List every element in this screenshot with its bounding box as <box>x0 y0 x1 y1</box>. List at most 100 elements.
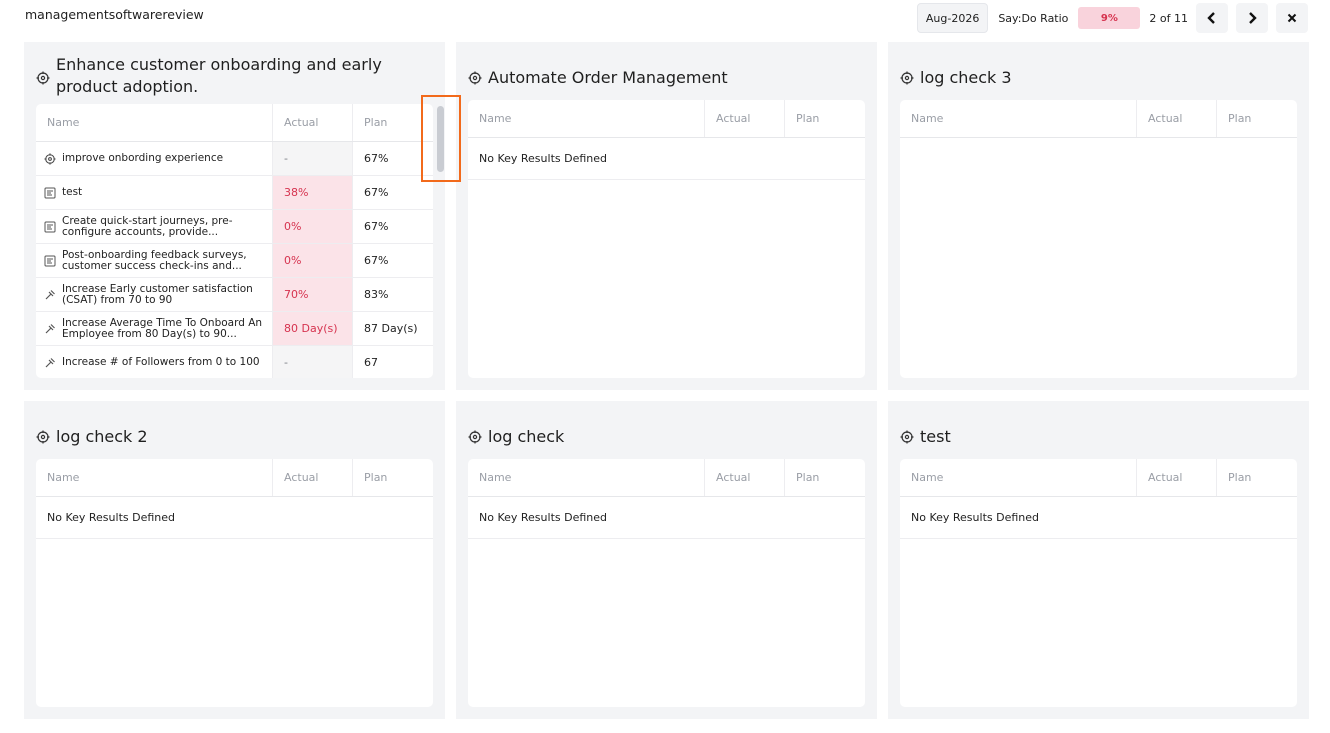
empty-state-text: No Key Results Defined <box>900 497 1297 539</box>
objective-panel: Enhance customer onboarding and early pr… <box>24 42 445 390</box>
objective-panel: log check 3 Name Actual Plan <box>888 42 1309 390</box>
say-do-ratio-label: Say:Do Ratio <box>998 11 1069 25</box>
actual-value: - <box>273 346 353 378</box>
table-row[interactable]: improve onbording experience -67% <box>36 142 433 176</box>
highlight-box <box>421 95 461 182</box>
chevron-left-icon <box>1207 12 1215 24</box>
objective-title[interactable]: test <box>920 426 951 448</box>
actual-value: - <box>273 142 353 175</box>
table-header: Name Actual Plan <box>468 100 865 138</box>
target-icon <box>900 430 914 444</box>
key-result-name-cell: Increase Average Time To Onboard An Empl… <box>36 312 273 345</box>
table-row[interactable]: test 38% 67% <box>36 176 433 210</box>
previous-page-button[interactable] <box>1196 3 1228 33</box>
column-header-actual: Actual <box>705 100 785 137</box>
key-results-table: Name Actual Plan No Key Results Defined <box>900 459 1297 707</box>
close-button[interactable] <box>1276 3 1308 33</box>
chevron-right-icon <box>1249 12 1257 24</box>
actual-value: 0% <box>273 244 353 277</box>
key-result-name: Increase Early customer satisfaction (CS… <box>62 282 253 306</box>
column-header-plan: Plan <box>1228 112 1252 125</box>
objective-title[interactable]: log check 2 <box>56 426 148 448</box>
column-header-plan: Plan <box>1228 471 1252 484</box>
actual-value: 70% <box>273 278 353 311</box>
empty-state-text: No Key Results Defined <box>468 138 865 180</box>
objective-title[interactable]: log check <box>488 426 564 448</box>
column-header-actual: Actual <box>1137 100 1217 137</box>
key-results-table: Name Actual Plan <box>900 100 1297 378</box>
say-do-ratio-badge: 9% <box>1078 7 1141 29</box>
column-header-name: Name <box>36 459 273 496</box>
key-result-name: Create quick-start journeys, pre-configu… <box>62 214 233 238</box>
key-results-table: Name Actual Plan No Key Results Defined <box>468 459 865 707</box>
plan-value: 67% <box>364 220 389 233</box>
column-header-plan: Plan <box>364 471 388 484</box>
target-icon <box>36 71 50 85</box>
key-result-name-cell: Create quick-start journeys, pre-configu… <box>36 210 273 243</box>
column-header-actual: Actual <box>1137 459 1217 496</box>
key-result-name-cell: Increase # of Followers from 0 to 100 <box>36 346 273 378</box>
column-header-name: Name <box>900 100 1137 137</box>
objective-title[interactable]: Automate Order Management <box>488 67 728 89</box>
plan-value: 83% <box>364 288 389 301</box>
page-indicator: 2 of 11 <box>1149 11 1188 25</box>
target-icon <box>468 71 482 85</box>
objective-panel: Automate Order Management Name Actual Pl… <box>456 42 877 390</box>
key-results-table: Name Actual Plan improve onbording exper… <box>36 104 433 378</box>
objective-panel: log check Name Actual Plan No Key Result… <box>456 401 877 719</box>
table-row[interactable]: Increase # of Followers from 0 to 100 -67 <box>36 346 433 378</box>
table-row[interactable]: Increase Average Time To Onboard An Empl… <box>36 312 433 346</box>
objective-panel: log check 2 Name Actual Plan No Key Resu… <box>24 401 445 719</box>
column-header-actual: Actual <box>273 104 353 141</box>
table-row[interactable]: Increase Early customer satisfaction (CS… <box>36 278 433 312</box>
key-result-name-cell: Increase Early customer satisfaction (CS… <box>36 278 273 311</box>
key-result-name: Post-onboarding feedback surveys, custom… <box>62 248 247 272</box>
target-icon <box>900 71 914 85</box>
table-header: Name Actual Plan <box>468 459 865 497</box>
key-result-name-cell: test <box>36 176 273 209</box>
key-results-table: Name Actual Plan No Key Results Defined <box>36 459 433 707</box>
column-header-name: Name <box>36 104 273 141</box>
key-result-icon <box>44 323 56 335</box>
empty-state-text: No Key Results Defined <box>468 497 865 539</box>
key-result-name-cell: Post-onboarding feedback surveys, custom… <box>36 244 273 277</box>
column-header-name: Name <box>900 459 1137 496</box>
column-header-plan: Plan <box>796 471 820 484</box>
plan-value: 87 Day(s) <box>364 322 418 335</box>
objective-title[interactable]: Enhance customer onboarding and early pr… <box>56 54 396 98</box>
period-selector[interactable]: Aug-2026 <box>916 3 989 33</box>
column-header-name: Name <box>468 100 705 137</box>
key-result-name: improve onbording experience <box>62 152 224 164</box>
key-results-body: improve onbording experience - 67% test 38% 6… <box>36 142 433 378</box>
empty-state-text: No Key Results Defined <box>36 497 433 539</box>
close-icon <box>1287 13 1297 23</box>
table-row[interactable]: Create quick-start journeys, pre-configu… <box>36 210 433 244</box>
actual-value: 38% <box>273 176 353 209</box>
key-results-table: Name Actual Plan No Key Results Defined <box>468 100 865 378</box>
key-result-name: test <box>62 186 83 198</box>
top-toolbar: Aug-2026 Say:Do Ratio 9% 2 of 11 <box>916 3 1308 33</box>
table-header: Name Actual Plan <box>900 100 1297 138</box>
target-icon <box>468 430 482 444</box>
key-result-name: Increase # of Followers from 0 to 100 <box>62 356 260 368</box>
target-icon <box>44 152 56 165</box>
key-result-name-cell: improve onbording experience <box>36 142 273 175</box>
column-header-actual: Actual <box>273 459 353 496</box>
key-result-name: Increase Average Time To Onboard An Empl… <box>62 316 263 340</box>
task-icon <box>44 255 56 267</box>
table-header: Name Actual Plan <box>36 104 433 142</box>
objective-panel: test Name Actual Plan No Key Results Def… <box>888 401 1309 719</box>
task-icon <box>44 221 56 233</box>
actual-value: 80 Day(s) <box>273 312 353 345</box>
task-icon <box>44 187 56 199</box>
actual-value: 0% <box>273 210 353 243</box>
target-icon <box>36 430 50 444</box>
key-result-icon <box>44 289 56 301</box>
table-header: Name Actual Plan <box>900 459 1297 497</box>
next-page-button[interactable] <box>1236 3 1268 33</box>
column-header-name: Name <box>468 459 705 496</box>
table-row[interactable]: Post-onboarding feedback surveys, custom… <box>36 244 433 278</box>
plan-value: 67 <box>364 356 378 369</box>
objective-title[interactable]: log check 3 <box>920 67 1012 89</box>
plan-value: 67% <box>364 254 389 267</box>
